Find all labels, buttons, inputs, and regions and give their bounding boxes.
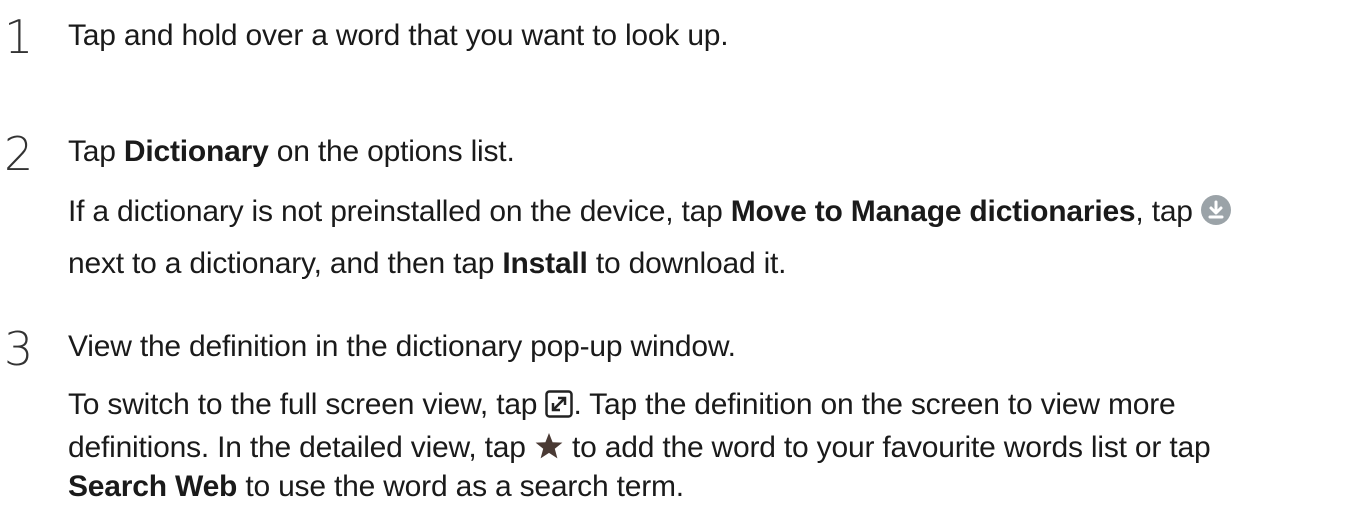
step-3-detail-line-3: Search Web to use the word as a search t… [68, 470, 684, 503]
step-2-detail-line-2: next to a dictionary, and then tap Insta… [68, 247, 787, 280]
step-2-instruction: Tap Dictionary on the options list. [68, 135, 515, 168]
star-icon [534, 431, 564, 461]
step-3-number: 3 [4, 322, 34, 376]
step-3-instruction: View the definition in the dictionary po… [68, 330, 736, 363]
step-3-detail-line-2: definitions. In the detailed view, tap t… [68, 431, 1211, 464]
download-icon [1200, 195, 1231, 225]
step-2-number: 2 [4, 127, 34, 181]
step-2-detail-line-1: If a dictionary is not preinstalled on t… [68, 195, 1231, 227]
expand-icon [545, 390, 574, 418]
step-1-instruction: Tap and hold over a word that you want t… [68, 19, 729, 52]
step-3-detail-line-1: To switch to the full screen view, tap .… [68, 388, 1176, 421]
step-1-number: 1 [4, 10, 34, 64]
